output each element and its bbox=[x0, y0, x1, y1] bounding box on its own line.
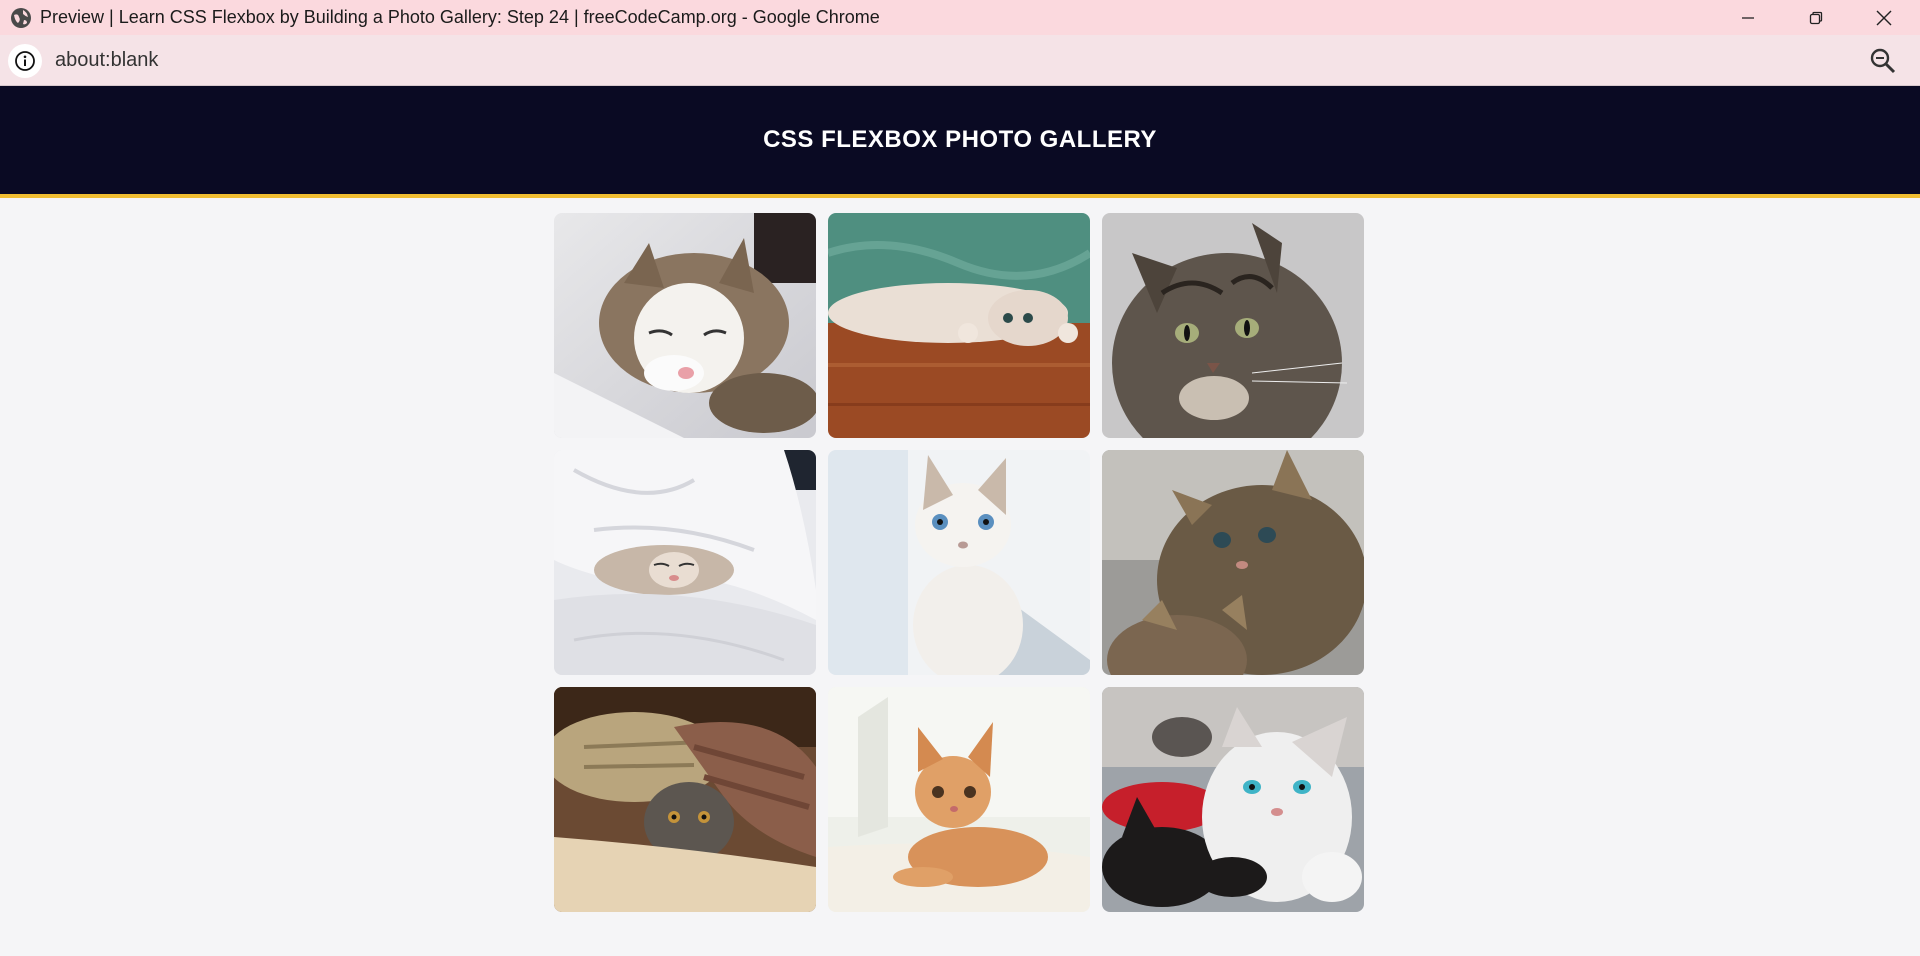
cat-photo-6 bbox=[1102, 450, 1364, 675]
gallery-header: CSS FLEXBOX PHOTO GALLERY bbox=[0, 86, 1920, 198]
cat-photo-4 bbox=[554, 450, 816, 675]
cat-photo-8 bbox=[828, 687, 1090, 912]
cat-photo-7 bbox=[554, 687, 816, 912]
close-icon bbox=[1876, 10, 1892, 25]
cat-photo-3 bbox=[1102, 213, 1364, 438]
zoom-out-icon[interactable] bbox=[1868, 46, 1898, 76]
cat-photo-1 bbox=[554, 213, 816, 438]
minimize-icon bbox=[1742, 16, 1754, 19]
cat-photo-5 bbox=[828, 450, 1090, 675]
window-title: Preview | Learn CSS Flexbox by Building … bbox=[40, 7, 880, 27]
restore-button[interactable] bbox=[1788, 0, 1844, 35]
site-info-button[interactable] bbox=[8, 44, 42, 78]
restore-icon bbox=[1809, 11, 1823, 24]
close-button[interactable] bbox=[1856, 0, 1912, 35]
info-icon bbox=[15, 51, 35, 71]
minimize-button[interactable] bbox=[1720, 0, 1776, 35]
globe-icon bbox=[11, 8, 31, 28]
browser-title-bar: Preview | Learn CSS Flexbox by Building … bbox=[0, 0, 1920, 35]
cat-photo-2 bbox=[828, 213, 1090, 438]
cat-photo-9 bbox=[1102, 687, 1364, 912]
address-bar: about:blank bbox=[0, 35, 1920, 86]
photo-gallery bbox=[554, 213, 1366, 912]
url-field[interactable]: about:blank bbox=[55, 35, 158, 85]
page-title: CSS FLEXBOX PHOTO GALLERY bbox=[763, 126, 1157, 153]
